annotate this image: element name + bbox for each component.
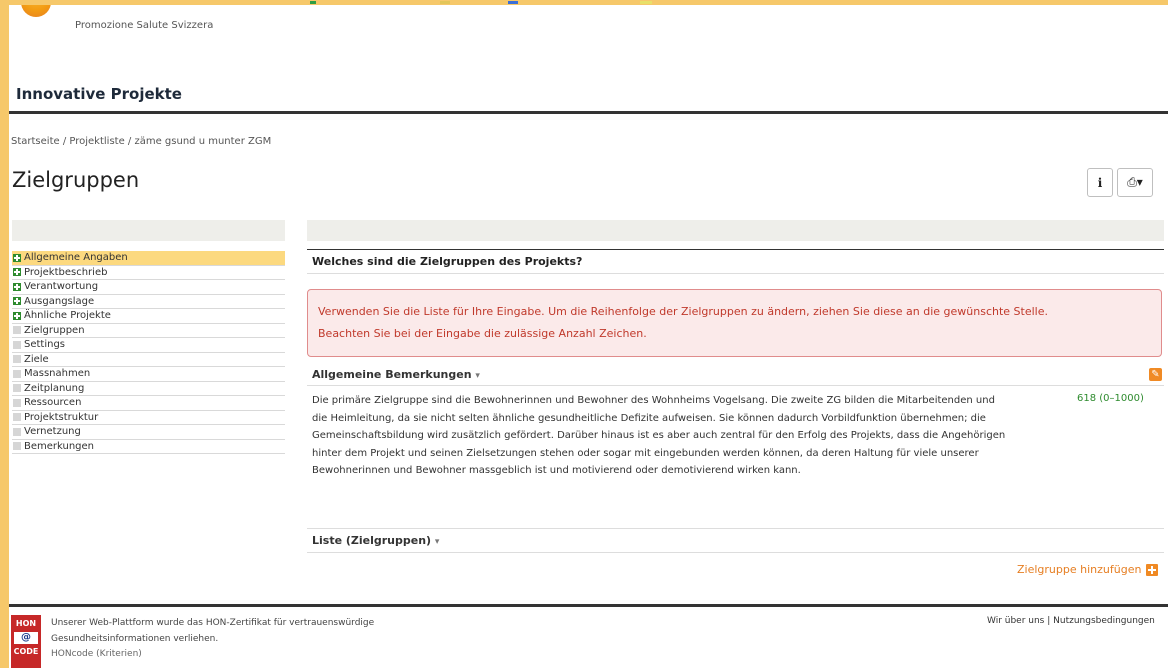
sidebar-item-label: Projektstruktur (24, 411, 99, 423)
plus-icon (1146, 563, 1159, 576)
sidebar-item-label: Ziele (24, 353, 49, 365)
character-counter: 618 (0–1000) (1077, 393, 1144, 404)
alert-line-2: Beachten Sie bei der Eingabe die zulässi… (318, 327, 647, 340)
sidebar-item-label: Bemerkungen (24, 440, 95, 452)
info-button[interactable]: i (1087, 168, 1113, 197)
sidebar-item-label: Vernetzung (24, 426, 81, 438)
page-title: Zielgruppen (12, 168, 140, 192)
print-dropdown-button[interactable]: ⎙▾ (1117, 168, 1153, 197)
remarks-text: Die primäre Zielgruppe sind die Bewohner… (312, 395, 1006, 476)
breadcrumb-current: zäme gsund u munter ZGM (134, 136, 272, 147)
completed-plus-icon (13, 311, 21, 320)
sidebar-item[interactable]: Projektbeschrieb (12, 266, 285, 280)
section-question: Welches sind die Zielgruppen des Projekt… (312, 255, 583, 268)
empty-status-icon (13, 369, 21, 378)
sidebar-item[interactable]: Ressourcen (12, 396, 285, 411)
empty-status-icon (13, 384, 21, 393)
sidebar-item-label: Ähnliche Projekte (24, 310, 111, 322)
footer-links: Wir über uns | Nutzungsbedingungen (987, 616, 1155, 626)
cert-line-1: Unserer Web-Plattform wurde das HON-Zert… (51, 618, 375, 628)
sidebar-item[interactable]: Bemerkungen (12, 440, 285, 454)
sidebar-item-label: Projektbeschrieb (24, 266, 108, 278)
empty-status-icon (13, 398, 21, 407)
empty-status-icon (13, 413, 21, 422)
about-link[interactable]: Wir über uns (987, 616, 1044, 626)
list-title: Liste (Zielgruppen) (312, 534, 432, 547)
sidebar-item-label: Verantwortung (24, 281, 99, 293)
remarks-title: Allgemeine Bemerkungen (312, 368, 472, 381)
printer-icon: ⎙▾ (1127, 175, 1143, 189)
main-header-bar (307, 220, 1164, 241)
remarks-divider (307, 385, 1164, 386)
completed-plus-icon (13, 297, 21, 306)
terms-link[interactable]: Nutzungsbedingungen (1053, 616, 1155, 626)
sidebar-item[interactable]: Zielgruppen (12, 324, 285, 338)
sidebar-item[interactable]: Massnahmen (12, 367, 285, 382)
cert-line-2: Gesundheitsinformationen verliehen. (51, 633, 219, 644)
alert-line-1: Verwenden Sie die Liste für Ihre Eingabe… (318, 305, 1048, 318)
caret-down-icon: ▾ (434, 537, 440, 547)
sun-logo-icon (21, 5, 51, 17)
sidebar-item-label: Zeitplanung (24, 382, 85, 394)
sidebar-header-bar (12, 220, 285, 241)
breadcrumb: Startseite / Projektliste / zäme gsund u… (11, 136, 272, 147)
add-target-group-button[interactable]: Zielgruppe hinzufügen (1017, 563, 1159, 576)
empty-status-icon (13, 442, 21, 451)
sidebar-nav: Allgemeine Angaben Projektbeschrieb Verant… (12, 251, 285, 454)
empty-status-icon (13, 340, 21, 349)
sidebar-item[interactable]: Ausgangslage (12, 295, 285, 309)
sidebar-item[interactable]: Verantwortung (12, 280, 285, 295)
completed-plus-icon (13, 253, 21, 262)
question-divider (307, 273, 1164, 274)
caret-down-icon: ▾ (475, 371, 480, 381)
sidebar-item[interactable]: Ziele (12, 353, 285, 367)
sidebar-item-label: Ressourcen (24, 397, 82, 409)
sidebar-item[interactable]: Projektstruktur (12, 411, 285, 425)
footer-certificate: Unserer Web-Plattform wurde das HON-Zert… (51, 616, 374, 663)
list-divider-bottom (307, 552, 1164, 553)
add-target-group-label: Zielgruppe hinzufügen (1017, 563, 1142, 576)
honcode-link[interactable]: HONcode (Kriterien) (51, 649, 142, 659)
empty-status-icon (13, 427, 21, 436)
org-name: Promozione Salute Svizzera (75, 20, 214, 31)
app-title[interactable]: Innovative Projekte (16, 85, 182, 103)
sidebar-item-label: Massnahmen (24, 368, 91, 380)
sidebar-item[interactable]: Allgemeine Angaben (12, 251, 285, 266)
empty-status-icon (13, 355, 21, 364)
edit-icon[interactable]: ✎ (1149, 368, 1162, 381)
list-toggle[interactable]: Liste (Zielgruppen) ▾ (312, 534, 439, 547)
footer-divider (9, 604, 1168, 607)
list-divider-top (307, 528, 1164, 529)
sidebar-item[interactable]: Vernetzung (12, 425, 285, 440)
completed-plus-icon (13, 282, 21, 291)
remarks-toggle[interactable]: Allgemeine Bemerkungen ▾ (312, 368, 480, 381)
logo[interactable]: Promozione Salute Svizzera (9, 5, 249, 45)
sidebar-item-label: Zielgruppen (24, 324, 85, 336)
sidebar-item-label: Ausgangslage (24, 295, 95, 307)
breadcrumb-home[interactable]: Startseite (11, 136, 60, 147)
alert-box: Verwenden Sie die Liste für Ihre Eingabe… (307, 289, 1162, 357)
header-divider (9, 111, 1168, 114)
sidebar-item-label: Allgemeine Angaben (24, 252, 128, 264)
main-divider (307, 249, 1164, 250)
breadcrumb-project-list[interactable]: Projektliste (69, 136, 124, 147)
sidebar-item-label: Settings (24, 339, 66, 351)
sidebar-item[interactable]: Ähnliche Projekte (12, 309, 285, 324)
sidebar-item[interactable]: Zeitplanung (12, 382, 285, 396)
page: Promozione Salute Svizzera Innovative Pr… (9, 5, 1168, 668)
empty-status-icon (13, 326, 21, 335)
completed-plus-icon (13, 268, 21, 277)
info-icon: i (1097, 175, 1103, 190)
hon-code-badge[interactable]: HON @ CODE (11, 615, 41, 668)
sidebar-item[interactable]: Settings (12, 338, 285, 353)
